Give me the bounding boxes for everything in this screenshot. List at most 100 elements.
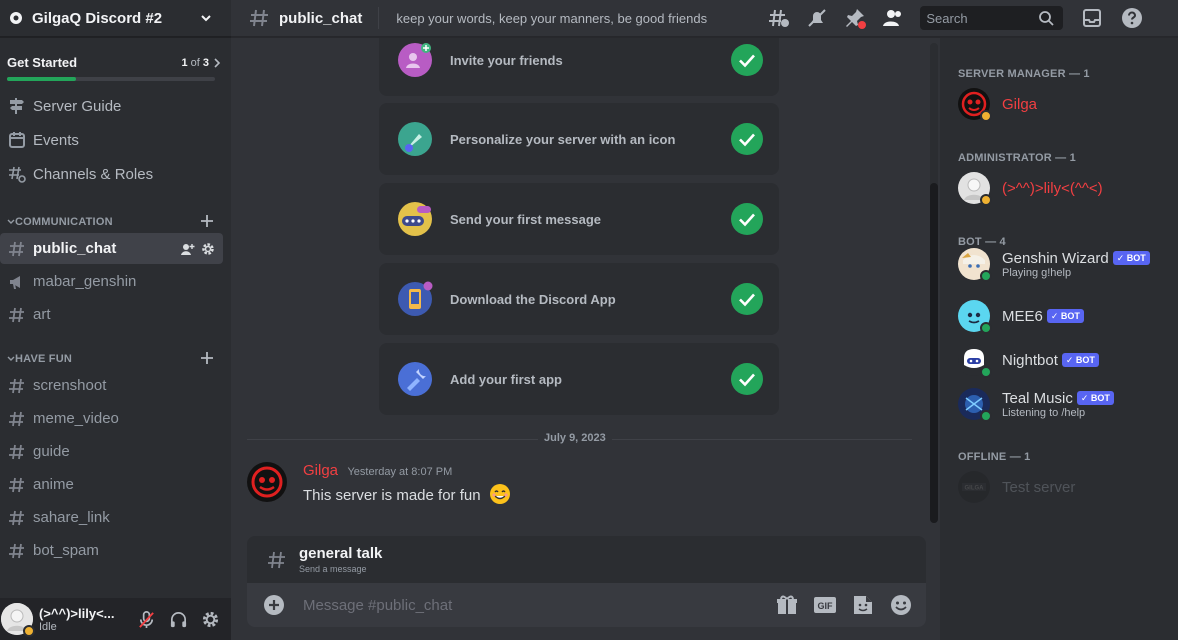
channel-item-bot-spam[interactable]: bot_spam	[0, 535, 223, 566]
add-attachment-icon[interactable]	[263, 594, 285, 616]
channel-header: public_chat keep your words, keep your m…	[231, 0, 1178, 37]
search-box[interactable]	[920, 6, 1064, 30]
channel-topic[interactable]: keep your words, keep your manners, be g…	[396, 11, 756, 26]
chevron-down-icon	[201, 15, 211, 22]
headphones-icon[interactable]	[169, 610, 188, 629]
category-label: HAVE FUN	[15, 353, 73, 365]
avatar[interactable]	[958, 344, 992, 378]
setup-task-card[interactable]: Download the Discord App	[379, 263, 779, 335]
verified-check-icon: ✓	[1116, 252, 1127, 263]
app-icon	[398, 362, 432, 396]
category-label: COMMUNICATION	[15, 216, 113, 228]
category-header[interactable]: COMMUNICATION	[0, 205, 231, 231]
idle-status-icon	[980, 110, 992, 122]
avatar[interactable]	[958, 172, 992, 206]
member-item[interactable]: (>^^)>lily<(^^<)	[958, 167, 1103, 209]
setup-task-card[interactable]: Send your first message	[379, 183, 779, 255]
online-status-icon	[980, 322, 992, 334]
avatar[interactable]: GILGA	[958, 471, 990, 503]
message-author[interactable]: Gilga	[303, 462, 338, 479]
avatar[interactable]	[958, 388, 992, 422]
announcement-icon	[10, 275, 20, 289]
category-header[interactable]: HAVE FUN	[0, 342, 231, 368]
notification-muted-icon[interactable]	[806, 7, 828, 29]
member-item[interactable]: Gilga	[958, 83, 1037, 125]
check-complete-icon	[731, 363, 763, 395]
server-header[interactable]: GilgaQ Discord #2	[0, 0, 231, 37]
channel-item-screnshoot[interactable]: screnshoot	[0, 370, 223, 401]
setup-task-card[interactable]: Personalize your server with an icon	[379, 103, 779, 175]
invite-member-icon[interactable]	[181, 242, 195, 256]
thread-bar[interactable]: general talk Send a message	[247, 536, 926, 583]
chevron-down-icon	[7, 356, 15, 361]
verified-check-icon: ✓	[1080, 392, 1091, 403]
setup-task-card[interactable]: Add your first app	[379, 343, 779, 415]
user-settings-icon[interactable]	[201, 610, 220, 629]
channel-item-guide[interactable]: guide	[0, 436, 223, 467]
channel-item-public-chat[interactable]: public_chat	[0, 233, 223, 264]
check-complete-icon	[731, 283, 763, 315]
server-settings-icon	[10, 12, 22, 24]
avatar[interactable]	[958, 300, 992, 334]
avatar[interactable]	[1, 603, 35, 637]
gift-icon[interactable]	[775, 593, 799, 617]
mute-mic-icon[interactable]	[137, 610, 156, 629]
member-name: Nightbot	[1002, 351, 1058, 369]
member-item[interactable]: Teal Music ✓ BOT Listening to /help	[958, 383, 1114, 425]
nav-item-channels-roles[interactable]: Channels & Roles	[0, 157, 231, 191]
help-icon[interactable]	[1121, 7, 1143, 29]
member-avatar-image: GILGA	[958, 471, 990, 503]
channel-hash-icon	[9, 444, 24, 459]
channel-item-anime[interactable]: anime	[0, 469, 223, 500]
pinned-messages-icon[interactable]	[844, 7, 867, 29]
channel-hash-icon	[9, 477, 24, 492]
member-item[interactable]: Genshin Wizard ✓ BOT Playing g!help	[958, 243, 1150, 285]
messages-scrollbar[interactable]	[930, 43, 938, 523]
server-name: GilgaQ Discord #2	[32, 9, 163, 27]
message-text: This server is made for fun	[303, 487, 481, 504]
search-icon	[1039, 11, 1054, 26]
avatar[interactable]	[247, 462, 287, 502]
online-status-icon	[980, 270, 992, 282]
emoji-icon[interactable]	[889, 593, 913, 617]
avatar[interactable]	[958, 88, 992, 122]
channel-settings-icon[interactable]	[201, 242, 215, 256]
member-item[interactable]: Nightbot ✓ BOT	[958, 339, 1099, 381]
online-status-icon	[980, 410, 992, 422]
inbox-icon[interactable]	[1081, 7, 1103, 29]
gif-icon[interactable]: GIF	[813, 593, 837, 617]
get-started-progress[interactable]: Get Started 1 of 3	[0, 37, 231, 87]
member-item[interactable]: GILGA Test server	[958, 466, 1075, 508]
threads-icon[interactable]	[768, 7, 790, 29]
nav-item-label: Events	[33, 131, 79, 149]
member-activity: Listening to /help	[1002, 406, 1086, 419]
idle-status-icon	[980, 194, 992, 206]
channel-item-meme-video[interactable]: meme_video	[0, 403, 223, 434]
member-item[interactable]: MEE6 ✓ BOT	[958, 295, 1084, 337]
channel-label: public_chat	[33, 240, 117, 257]
member-name: Teal Music	[1002, 389, 1073, 407]
sticker-icon[interactable]	[851, 593, 875, 617]
verified-check-icon: ✓	[1065, 354, 1076, 365]
avatar[interactable]	[958, 248, 992, 282]
scrollbar-thumb[interactable]	[930, 183, 938, 523]
search-input[interactable]	[926, 10, 1039, 26]
create-channel-icon[interactable]	[200, 214, 214, 228]
nav-item-events[interactable]: Events	[0, 123, 231, 157]
setup-task-card[interactable]: Invite your friends	[379, 38, 779, 96]
channel-item-mabar-genshin[interactable]: mabar_genshin	[0, 266, 223, 297]
header-divider	[378, 7, 380, 29]
user-name: (>^^)>lily<...	[39, 605, 115, 621]
channel-item-art[interactable]: art	[0, 299, 223, 330]
channel-hash-icon	[9, 307, 24, 322]
channel-hash-icon	[9, 378, 24, 393]
setup-task-label: Add your first app	[450, 371, 562, 387]
nav-item-server-guide[interactable]: Server Guide	[0, 89, 231, 123]
get-started-count: 1 of 3	[181, 56, 209, 69]
message-input[interactable]	[303, 596, 775, 614]
member-list-icon[interactable]	[882, 7, 904, 29]
channel-label: anime	[33, 476, 74, 493]
create-channel-icon[interactable]	[200, 351, 214, 365]
member-name: MEE6	[1002, 307, 1043, 325]
channel-item-sahare-link[interactable]: sahare_link	[0, 502, 223, 533]
